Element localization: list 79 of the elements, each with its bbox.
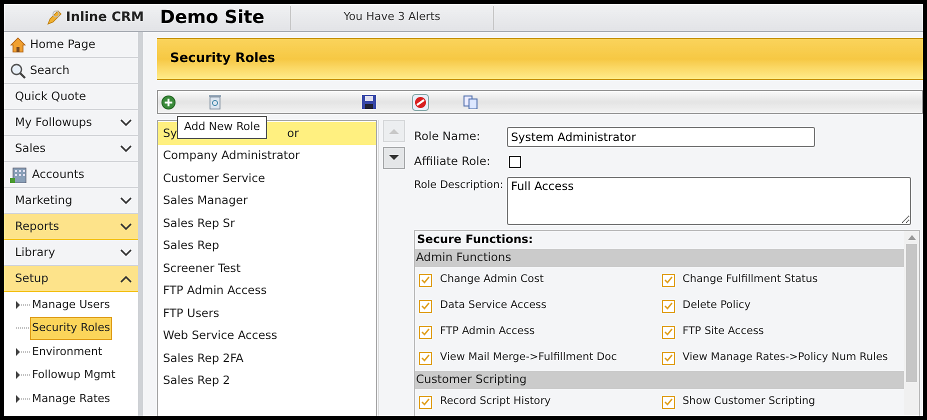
sidebar-item[interactable]: Setup [4,266,138,292]
sidebar-item[interactable]: My Followups [4,110,138,136]
site-name: Demo Site [159,6,266,30]
function-label: View Manage Rates->Policy Num Rules [682,350,888,366]
checkbox[interactable] [662,352,674,364]
tree-item[interactable]: Environment [30,340,104,363]
alerts-link[interactable]: You Have 3 Alerts [291,9,493,26]
checkbox[interactable] [662,396,674,408]
function-label: Show Customer Scripting [682,394,816,410]
tree-expander-icon[interactable] [16,371,30,380]
function-label: View Mail Merge->Fulfillment Doc [440,350,617,366]
app-name: Inline CRM [66,8,144,27]
function-label: Record Script History [440,394,551,410]
sidebar-item[interactable]: Home Page [4,32,138,58]
building-icon [10,166,28,182]
role-name-field[interactable]: System Administrator [507,127,815,147]
section-title: Secure Functions: [416,231,534,248]
function-label: Change Admin Cost [440,272,544,288]
group-header: Admin Functions [415,249,904,267]
tree-item[interactable]: Followup Mgmt [30,364,118,386]
house-icon [10,36,26,52]
affiliate-checkbox[interactable] [509,156,521,168]
group-header: Customer Scripting [415,371,904,389]
tree-item[interactable]: Manage Users [30,294,112,316]
sidebar-item[interactable]: Sales [4,136,138,162]
role-description-field[interactable]: Full Access [507,177,911,225]
function-label: Change Fulfillment Status [682,272,818,288]
checkbox[interactable] [419,352,432,364]
list-item[interactable]: Sales Rep 2 [158,370,376,392]
function-label: Data Service Access [440,298,546,314]
tree-expander-icon[interactable] [16,394,30,403]
page-title: Security Roles [170,50,276,68]
tree-expander-icon[interactable] [16,300,30,309]
list-item[interactable]: Customer Service [158,167,376,190]
checkbox[interactable] [419,274,432,286]
search-icon [10,62,26,78]
tooltip: Add New Role [177,116,267,138]
checkbox[interactable] [419,326,432,338]
affiliate-role-label: Affiliate Role: [414,153,492,170]
list-item[interactable]: Sales Rep Sr [158,212,376,234]
function-label: FTP Site Access [682,324,764,340]
function-label: FTP Admin Access [440,324,535,340]
checkbox[interactable] [662,300,674,312]
pencil-icon [46,10,62,26]
role-name-label: Role Name: [414,128,482,146]
move-down-button[interactable] [383,147,405,169]
save-icon[interactable] [362,95,376,109]
scroll-up-icon[interactable] [908,235,916,240]
recycle-bin-icon[interactable] [208,94,222,110]
list-item[interactable]: FTP Users [158,302,376,324]
role-description-label: Role Description: [414,178,504,193]
checkbox[interactable] [662,326,674,338]
checkbox[interactable] [662,274,674,286]
checkbox[interactable] [419,300,432,312]
list-item[interactable]: Screener Test [158,257,376,280]
list-item[interactable]: Web Service Access [158,324,376,347]
tree-item[interactable]: Manage Rates [30,388,112,410]
sidebar-item[interactable]: Marketing [4,188,138,214]
sidebar-item[interactable]: Accounts [4,162,138,188]
list-item[interactable]: Sales Manager [158,190,376,212]
sidebar-item[interactable]: Reports [4,214,138,240]
copy-icon[interactable] [463,95,478,109]
list-item[interactable]: Company Administrator [158,144,376,167]
arrow-up-icon [389,128,399,134]
function-label: Delete Policy [682,298,751,314]
list-item[interactable]: Sales Rep [158,234,376,257]
list-item[interactable]: FTP Admin Access [158,280,376,302]
scrollbar[interactable] [904,231,919,416]
add-icon[interactable] [161,94,176,110]
cancel-icon[interactable] [412,94,429,110]
sidebar-item[interactable]: Quick Quote [4,84,138,110]
tree-item[interactable]: Security Roles [30,317,112,340]
sidebar-item[interactable]: Search [4,58,138,84]
move-up-button[interactable] [383,120,405,142]
list-item[interactable]: Sales Rep 2FA [158,347,376,370]
sidebar-item[interactable]: Library [4,240,138,266]
arrow-down-icon [389,155,399,161]
checkbox[interactable] [419,396,432,408]
tree-expander-icon[interactable] [16,348,30,356]
